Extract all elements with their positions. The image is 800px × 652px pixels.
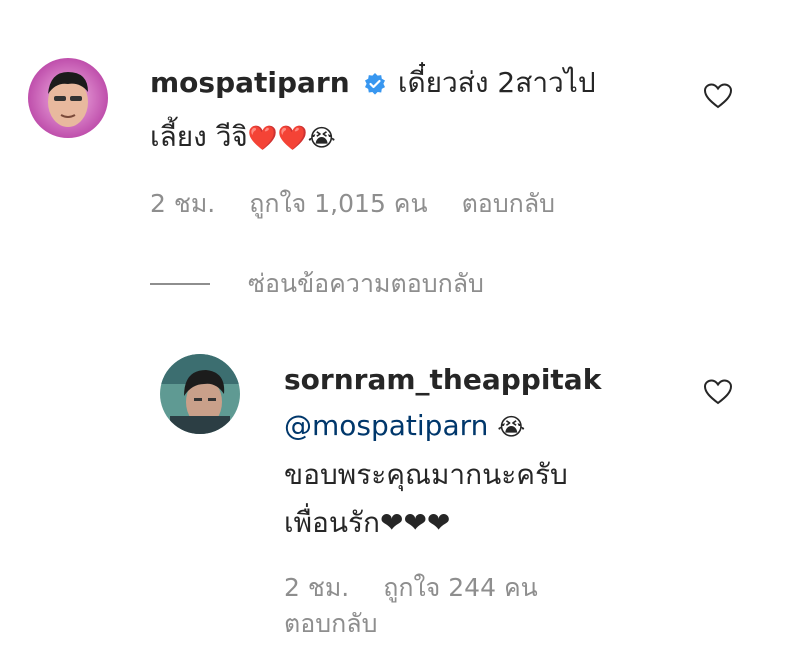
reply-like-heart-icon[interactable]: [703, 378, 733, 406]
hide-replies-button[interactable]: ซ่อนข้อความตอบกลับ: [248, 264, 484, 304]
comment-text: mospatiparn เดี๋ยวส่ง 2สาวไป เลี้ยง วีจิ…: [150, 60, 670, 164]
verified-badge-icon: [363, 68, 387, 114]
comment-time: 2 ชม.: [150, 189, 216, 218]
reply-hearts: ❤❤❤: [379, 506, 451, 539]
comment-username[interactable]: mospatiparn: [150, 66, 350, 99]
hide-replies-line: [150, 283, 210, 285]
comment-meta: 2 ชม. ถูกใจ 1,015 คน ตอบกลับ: [150, 184, 581, 224]
comment-likes[interactable]: ถูกใจ 1,015 คน: [249, 189, 427, 218]
reply-reply-button[interactable]: ตอบกลับ: [284, 604, 377, 644]
reply-text-line2: เพื่อนรัก: [284, 506, 380, 539]
reply-likes[interactable]: ถูกใจ 244 คน: [383, 573, 538, 602]
comment-emojis: ❤️❤️😭: [247, 124, 336, 152]
comment-text-line1: เดี๋ยวส่ง 2สาวไป: [397, 66, 596, 99]
reply-time: 2 ชม.: [284, 573, 350, 602]
reply-text: sornram_theappitak @mospatiparn 😭 ขอบพระ…: [284, 358, 684, 547]
reply-avatar[interactable]: [160, 354, 240, 434]
comment-text-line2: เลี้ยง วีจิ: [150, 120, 248, 153]
like-heart-icon[interactable]: [703, 82, 733, 110]
reply-text-line1: ขอบพระคุณมากนะครับ: [284, 458, 568, 491]
reply-username[interactable]: sornram_theappitak: [284, 358, 684, 402]
reply-mention-link[interactable]: @mospatiparn: [284, 409, 488, 442]
avatar[interactable]: [28, 58, 108, 138]
reply-mention-emoji: 😭: [497, 413, 526, 441]
reply-button[interactable]: ตอบกลับ: [462, 189, 555, 218]
reply-meta: 2 ชม. ถูกใจ 244 คน: [284, 568, 564, 608]
